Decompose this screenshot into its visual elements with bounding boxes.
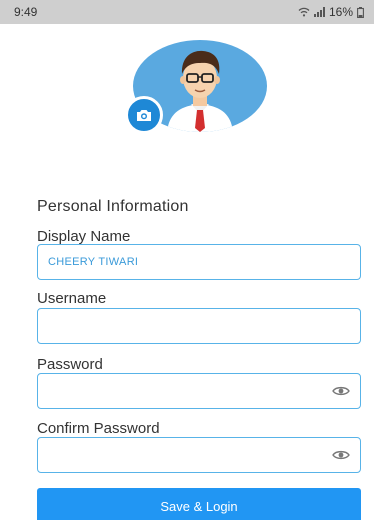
battery-icon <box>357 6 364 18</box>
profile-avatar-area <box>125 40 267 134</box>
save-login-button[interactable]: Save & Login <box>37 488 361 520</box>
display-name-label: Display Name <box>37 228 131 245</box>
battery-percent: 16% <box>328 5 353 19</box>
confirm-password-label: Confirm Password <box>37 420 160 437</box>
section-title: Personal Information <box>37 198 189 215</box>
show-password-eye-icon[interactable] <box>332 385 350 397</box>
status-icons: 16% <box>298 5 364 19</box>
wifi-icon <box>298 7 310 17</box>
change-photo-button[interactable] <box>125 96 163 134</box>
password-field[interactable] <box>37 373 361 409</box>
camera-icon <box>137 109 151 121</box>
username-label: Username <box>37 290 107 307</box>
show-confirm-password-eye-icon[interactable] <box>332 449 350 461</box>
confirm-password-field[interactable] <box>37 437 361 473</box>
status-time: 9:49 <box>14 5 38 19</box>
display-name-value: CHEERY TIWARI <box>48 256 139 268</box>
password-label: Password <box>37 356 103 373</box>
display-name-field[interactable]: CHEERY TIWARI <box>37 244 361 280</box>
signal-icon <box>313 7 325 17</box>
status-bar: 9:49 16% <box>0 0 374 24</box>
username-field[interactable] <box>37 308 361 344</box>
